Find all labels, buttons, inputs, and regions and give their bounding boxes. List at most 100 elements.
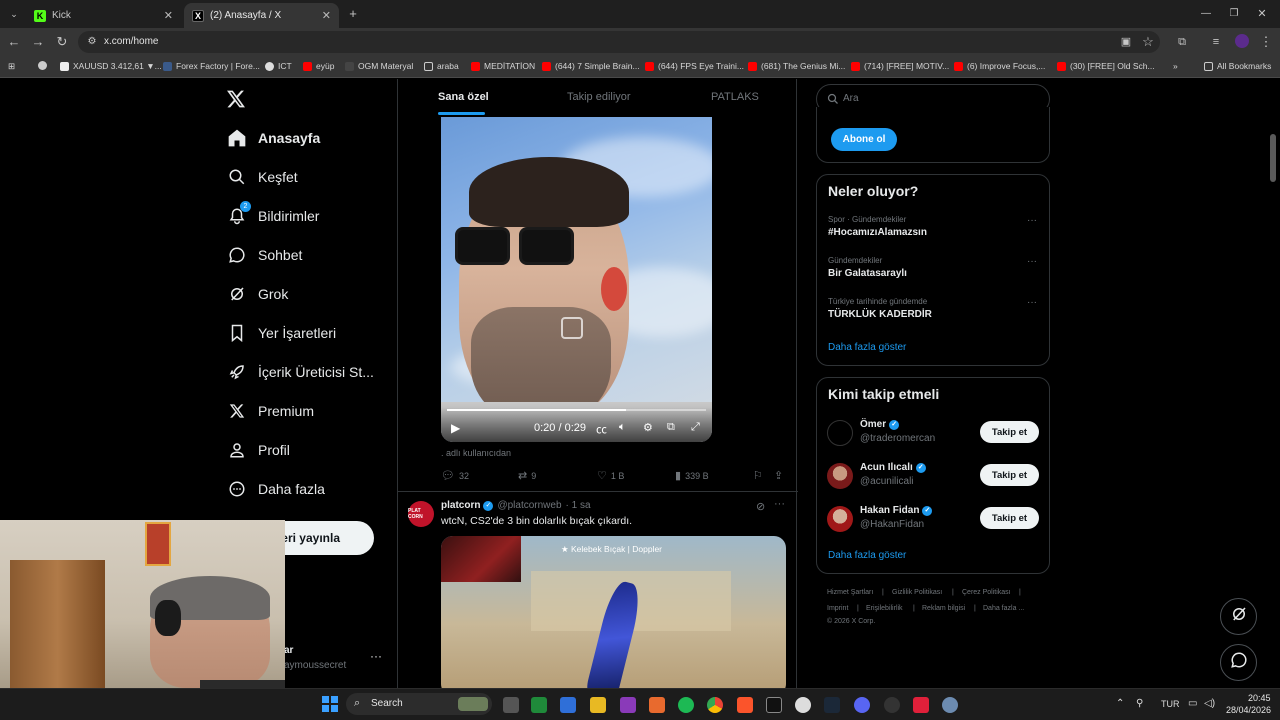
tab-following[interactable]: Takip ediliyor <box>567 91 631 103</box>
tweet-more-icon[interactable]: ··· <box>774 498 785 510</box>
trend-item[interactable]: TÜRKLÜK KADERDİR <box>828 309 932 320</box>
follow-button[interactable]: Takip et <box>980 507 1039 529</box>
trend-more-icon[interactable]: ··· <box>1027 215 1037 226</box>
tweet-author-handle[interactable]: @platcornweb <box>497 500 561 511</box>
sidebar-item-creator-studio[interactable]: İçerik Üreticisi St... <box>226 360 374 384</box>
chatgpt-icon[interactable] <box>795 697 811 713</box>
sidebar-item-notifications[interactable]: 2 Bildirimler <box>226 201 319 228</box>
maximize-icon[interactable]: ❐ <box>1226 6 1242 22</box>
user-name[interactable]: Ömer ✓ <box>860 419 900 430</box>
pip-icon[interactable]: ⧉ <box>667 421 675 434</box>
app-icon[interactable] <box>913 697 929 713</box>
footer-link[interactable]: Erişilebilirlik <box>866 605 903 612</box>
follow-button[interactable]: Takip et <box>980 421 1039 443</box>
bookmark-item[interactable]: (644) 7 Simple Brain... <box>542 61 640 71</box>
tray-icon[interactable]: ⚲ <box>1136 698 1143 709</box>
bookmark-item[interactable]: ICT <box>265 61 292 71</box>
avatar[interactable] <box>827 420 853 446</box>
tradingview-icon[interactable] <box>766 697 782 713</box>
chrome-menu-icon[interactable]: ⋮ <box>1258 34 1274 50</box>
tweet-media[interactable]: ★ Kelebek Bıçak | Doppler <box>441 536 786 688</box>
reply-button[interactable]: 💬︎ 32 <box>441 469 469 482</box>
discord-icon[interactable] <box>854 697 870 713</box>
video-attribution[interactable]: . adlı kullanıcıdan <box>441 448 511 458</box>
trends-show-more-link[interactable]: Daha fazla göster <box>828 342 906 353</box>
user-name[interactable]: Hakan Fidan ✓ <box>860 505 933 516</box>
app-icon[interactable] <box>560 697 576 713</box>
tab-x-home[interactable]: X (2) Anasayfa / X ✕ <box>184 3 339 28</box>
grok-explain-icon[interactable]: ⊘ <box>756 500 765 513</box>
new-tab-icon[interactable]: + <box>345 6 361 22</box>
footer-link[interactable]: Gizlilik Politikası <box>892 589 942 596</box>
close-window-icon[interactable]: ✕ <box>1254 6 1270 22</box>
sidebar-item-bookmarks[interactable]: Yer İşaretleri <box>226 321 336 345</box>
messages-fab-button[interactable] <box>1220 644 1257 681</box>
avatar[interactable] <box>827 463 853 489</box>
profile-avatar-icon[interactable] <box>1234 34 1250 50</box>
app-icon[interactable] <box>884 697 900 713</box>
task-view-icon[interactable] <box>503 697 519 713</box>
footer-link[interactable]: Çerez Politikası <box>962 589 1011 596</box>
fullscreen-icon[interactable]: ⤢ <box>691 421 700 434</box>
bookmark-item[interactable]: (30) [FREE] Old Sch... <box>1057 61 1155 71</box>
media-icon[interactable]: ≡ <box>1208 34 1224 50</box>
trend-item[interactable]: Bir Galatasaraylı <box>828 268 907 279</box>
more-bookmarks-icon[interactable]: » <box>1173 61 1178 71</box>
clock-date[interactable]: 28/04/2026 <box>1226 705 1271 715</box>
tab-search-icon[interactable]: ⌄ <box>6 6 22 22</box>
app-icon[interactable] <box>620 697 636 713</box>
bookmark-item[interactable]: (644) FPS Eye Traini... <box>645 61 744 71</box>
bookmark-item[interactable]: (6) Improve Focus,... <box>954 61 1045 71</box>
clock-time[interactable]: 20:45 <box>1248 693 1271 703</box>
file-explorer-icon[interactable] <box>590 697 606 713</box>
share-button[interactable]: ⇪ <box>774 469 787 482</box>
like-button[interactable]: ♡ 1 B <box>597 469 624 482</box>
avatar[interactable] <box>827 506 853 532</box>
account-menu-icon[interactable]: ··· <box>370 649 382 663</box>
footer-link[interactable]: Hizmet Şartları <box>827 589 873 596</box>
video-progress-bar[interactable] <box>447 409 706 411</box>
tab-patlaks[interactable]: PATLAKS <box>711 91 759 103</box>
avatar[interactable]: PLAT CORN <box>408 501 434 527</box>
bookmark-item[interactable]: eyüp <box>303 61 334 71</box>
sidebar-item-explore[interactable]: Keşfet <box>226 165 298 189</box>
trend-more-icon[interactable]: ··· <box>1027 256 1037 267</box>
x-logo-icon[interactable] <box>226 89 246 109</box>
subscribe-button[interactable]: Abone ol <box>831 128 897 151</box>
who-to-follow-show-more-link[interactable]: Daha fazla göster <box>828 550 906 561</box>
close-tab-icon[interactable]: ✕ <box>164 9 173 22</box>
copilot-icon[interactable] <box>649 697 665 713</box>
captions-icon[interactable]: ㏄ <box>596 421 607 437</box>
apps-icon[interactable]: ⊞ <box>8 61 15 72</box>
steam-icon[interactable] <box>824 697 840 713</box>
brave-icon[interactable] <box>737 697 753 713</box>
bookmark-star-icon[interactable]: ☆ <box>1140 34 1156 50</box>
sidebar-item-home[interactable]: Anasayfa <box>226 126 320 150</box>
settings-gear-icon[interactable]: ⚙ <box>643 421 653 434</box>
repost-button[interactable]: ⇄ 9 <box>518 469 536 482</box>
follow-button[interactable]: Takip et <box>980 464 1039 486</box>
url-text[interactable]: x.com/home <box>104 36 158 47</box>
spotify-icon[interactable] <box>678 697 694 713</box>
play-icon[interactable]: ▶ <box>451 421 460 435</box>
sidebar-item-premium[interactable]: Premium <box>226 399 314 423</box>
bookmark-folder[interactable]: araba <box>424 61 459 71</box>
forward-icon[interactable]: → <box>30 34 46 50</box>
sidebar-item-grok[interactable]: Grok <box>226 282 288 306</box>
footer-link[interactable]: Imprint <box>827 605 848 612</box>
close-tab-icon[interactable]: ✕ <box>322 9 331 22</box>
language-indicator[interactable]: TUR <box>1161 699 1180 709</box>
trend-more-icon[interactable]: ··· <box>1027 297 1037 308</box>
settings-icon[interactable] <box>942 697 958 713</box>
tab-kick[interactable]: K Kick ✕ <box>26 3 181 28</box>
account-name[interactable]: ar <box>284 645 293 656</box>
sidebar-item-profile[interactable]: Profil <box>226 438 290 462</box>
bookmark-item[interactable]: MEDİTATİON <box>471 61 535 71</box>
bookmark-item[interactable]: XAUUSD 3.412,61 ▼... <box>60 61 162 71</box>
volume-icon[interactable]: 🔈︎ <box>619 421 626 434</box>
trend-item[interactable]: #HocamızıAlamazsın <box>828 227 927 238</box>
volume-icon[interactable]: ◁) <box>1204 698 1215 709</box>
scrollbar-thumb[interactable] <box>1270 134 1276 182</box>
tweet-author-name[interactable]: platcorn <box>441 500 480 511</box>
address-bar[interactable] <box>78 31 1160 53</box>
